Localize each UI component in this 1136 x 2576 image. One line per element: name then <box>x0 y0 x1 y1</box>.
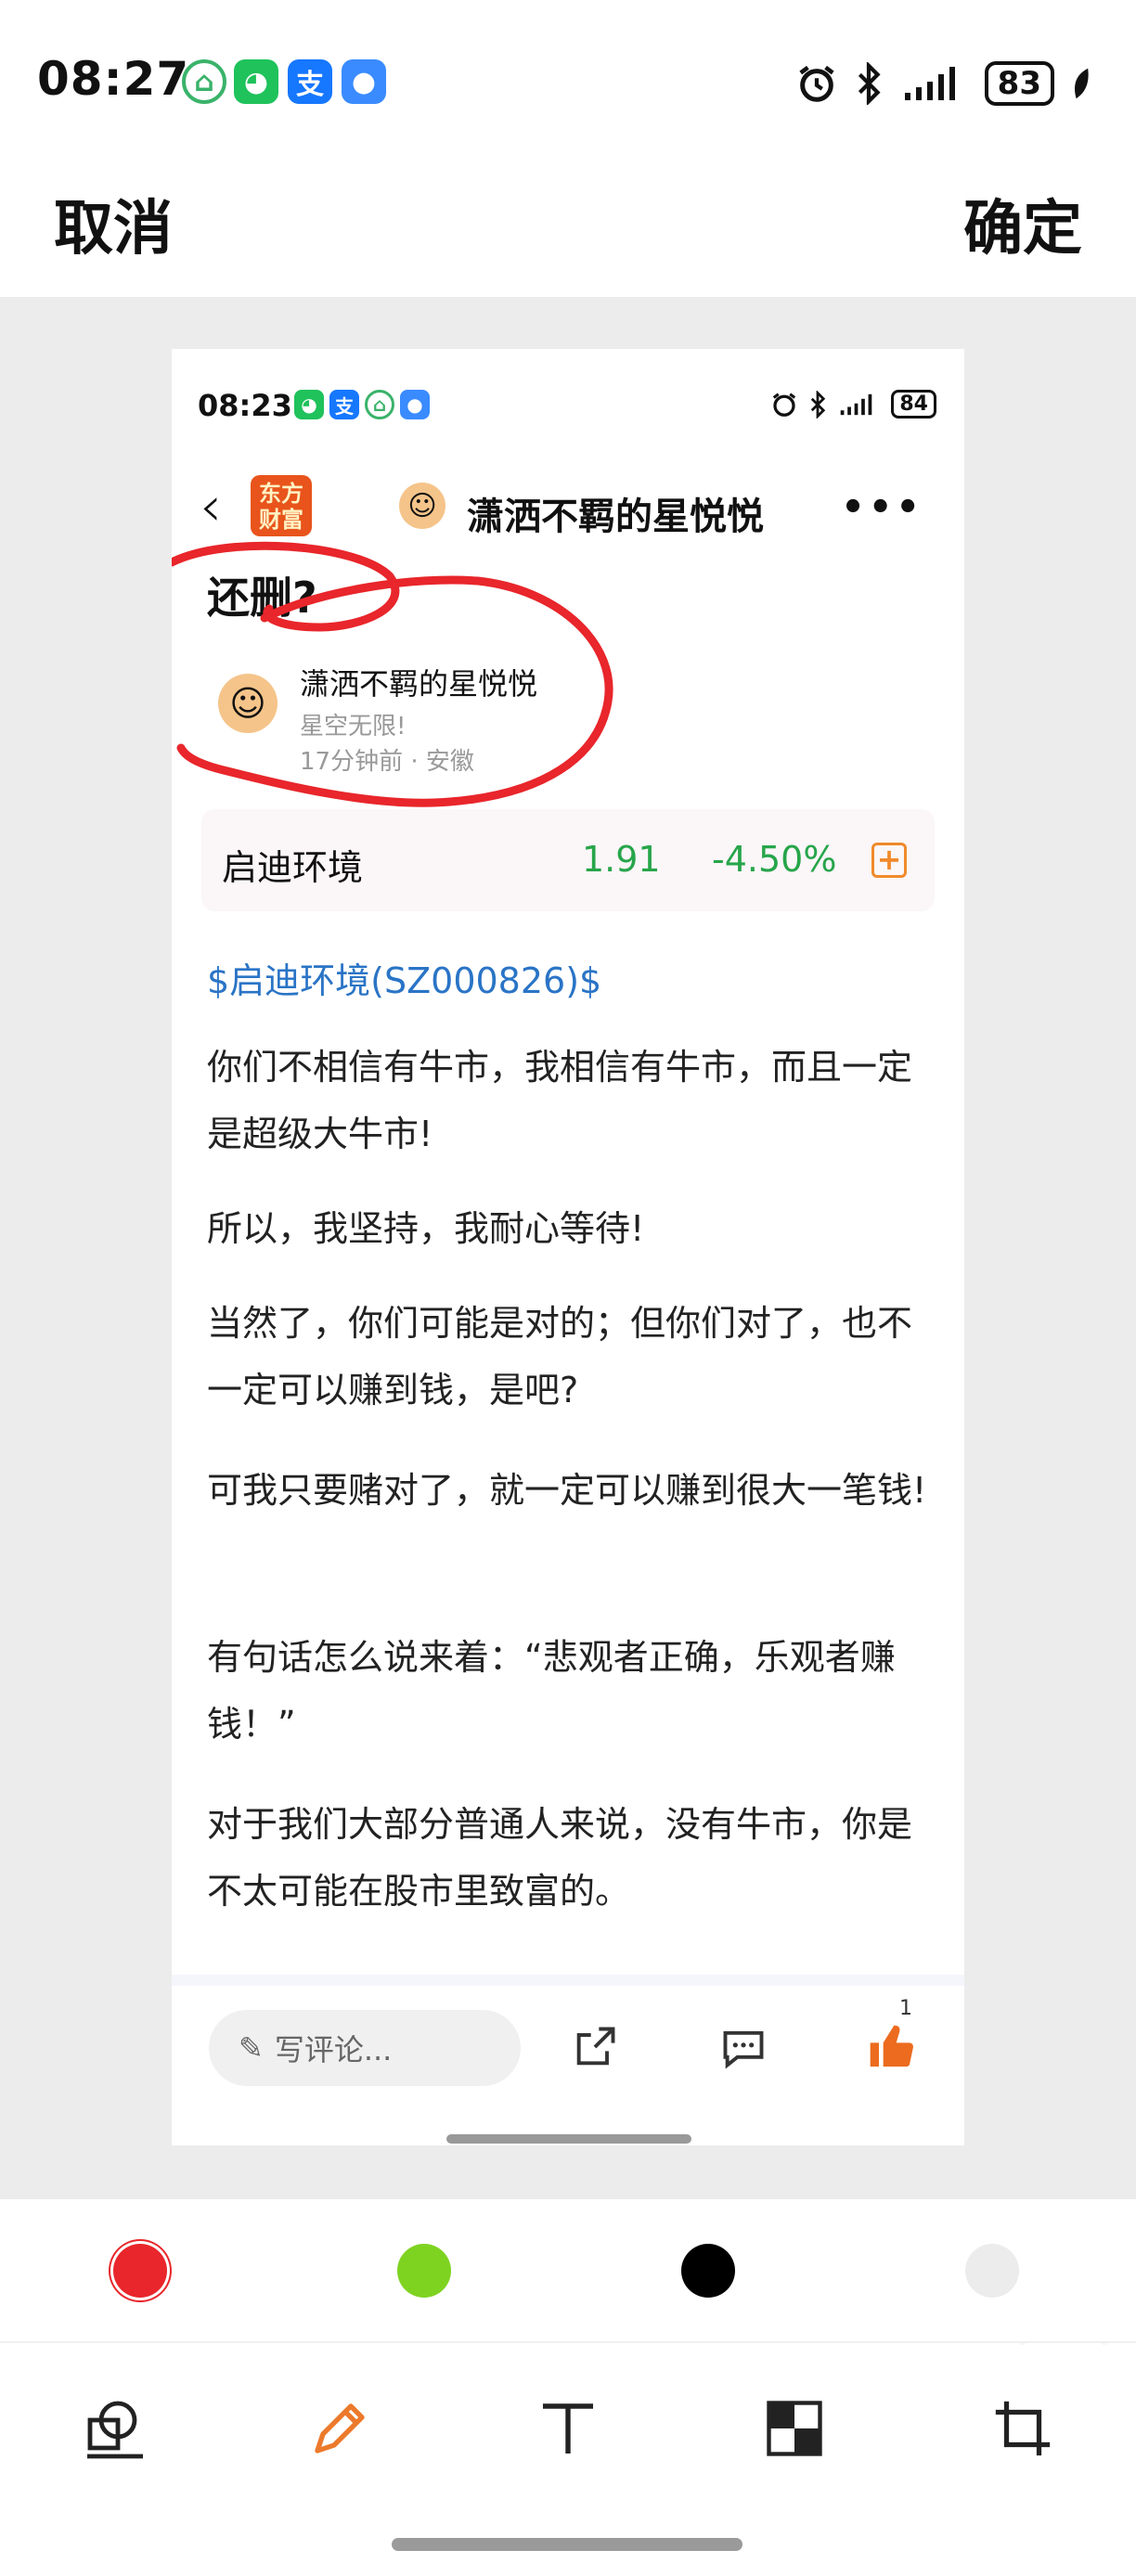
alipay-icon: 支 <box>329 390 359 419</box>
author-signature: 星空无限! <box>300 713 407 741</box>
more-icon: ••• <box>841 486 923 529</box>
crop-icon <box>995 2401 1051 2456</box>
inner-status-indicators: 84 <box>770 390 936 419</box>
status-indicators: 83 <box>795 59 1091 108</box>
share-icon <box>567 2019 623 2075</box>
pen-tool-button[interactable] <box>303 2391 377 2466</box>
stock-name: 启迪环境 <box>222 847 364 888</box>
green-leaf-icon: ⌂ <box>365 390 394 419</box>
shape-icon <box>87 2401 143 2459</box>
mosaic-tool-button[interactable] <box>757 2391 832 2466</box>
inner-status-time: 08:23 <box>198 388 292 423</box>
confirm-button[interactable]: 确定 <box>963 181 1082 266</box>
paragraph: 你们不相信有牛市，我相信有牛市，而且一定是超级大牛市! <box>207 1047 913 1154</box>
mosaic-icon <box>767 2401 822 2456</box>
stock-change: -4.50% <box>712 839 837 880</box>
leaf-icon <box>1075 68 1089 99</box>
inner-status-bar: 08:23 ◕ 支 ⌂ ● 84 <box>172 349 964 446</box>
wechat-icon: ◕ <box>234 59 278 104</box>
post-nav-bar: ‹ 东方 财富 ☺ 潇洒不羁的星悦悦 ••• <box>172 470 964 553</box>
color-palette <box>0 2199 1136 2343</box>
battery-indicator: 83 <box>984 61 1054 106</box>
inner-battery: 84 <box>891 390 936 419</box>
paragraph: 所以，我坚持，我耐心等待! <box>207 1208 645 1249</box>
screenshot-preview: 08:23 ◕ 支 ⌂ ● 84 ‹ 东方 财富 ☺ 潇洒不羁的星悦悦 ••• 还… <box>172 349 964 2145</box>
text-icon <box>543 2403 593 2454</box>
app-logo: 东方 财富 <box>251 475 312 536</box>
color-white-swatch[interactable] <box>965 2244 1019 2298</box>
editor-header: 取消 确定 <box>0 162 1136 297</box>
add-stock-icon: + <box>871 843 907 878</box>
signal-icon <box>841 393 872 415</box>
comment-placeholder: 写评论... <box>274 2032 393 2067</box>
color-green-swatch[interactable] <box>397 2244 451 2298</box>
post-meta: 17分钟前 · 安徽 <box>300 748 474 776</box>
author-avatar-small: ☺ <box>399 483 445 529</box>
edit-canvas[interactable]: 08:23 ◕ 支 ⌂ ● 84 ‹ 东方 财富 ☺ 潇洒不羁的星悦悦 ••• 还… <box>0 297 1136 2426</box>
stock-link: $启迪环境(SZ000826)$ <box>207 960 602 1001</box>
green-leaf-icon: ⌂ <box>182 59 226 104</box>
status-bar: 08:27 ⌂ ◕ 支 ● 83 <box>0 0 1136 162</box>
back-arrow-icon: ‹ <box>200 474 222 539</box>
paragraph: 当然了，你们可能是对的；但你们对了，也不一定可以赚到钱，是吧? <box>207 1303 913 1410</box>
bluetooth-icon <box>811 390 826 419</box>
text-tool-button[interactable] <box>531 2391 605 2466</box>
pen-icon <box>315 2403 365 2454</box>
wechat-icon: ◕ <box>294 390 324 419</box>
inner-home-indicator <box>446 2134 691 2144</box>
nav-title: 潇洒不羁的星悦悦 <box>467 496 764 538</box>
shape-tool-button[interactable] <box>78 2391 152 2466</box>
comment-input: ✎ 写评论... <box>209 2010 521 2086</box>
comment-icon <box>716 2019 771 2075</box>
pen-small-icon: ✎ <box>239 2030 264 2066</box>
bluetooth-icon <box>858 62 881 105</box>
stock-price: 1.91 <box>582 839 661 880</box>
paragraph: 可我只要赌对了，就一定可以赚到很大一笔钱! <box>207 1470 927 1511</box>
paragraph: 有句话怎么说来着：“悲观者正确，乐观者赚钱！” <box>207 1637 896 1745</box>
alarm-icon <box>799 65 834 102</box>
crop-tool-button[interactable] <box>986 2391 1060 2466</box>
message-icon: ● <box>342 59 386 104</box>
paragraph: 对于我们大部分普通人来说，没有牛市，你是不太可能在股市里致富的。 <box>207 1804 913 1912</box>
author-block: ☺ 潇洒不羁的星悦悦 星空无限! 17分钟前 · 安徽 <box>218 655 775 785</box>
signal-icon <box>904 67 955 100</box>
alarm-icon <box>773 393 796 417</box>
color-black-swatch[interactable] <box>681 2244 735 2298</box>
cancel-button[interactable]: 取消 <box>54 181 173 266</box>
status-time: 08:27 <box>37 52 190 106</box>
stock-card: 启迪环境 1.91 -4.50% + <box>201 809 935 911</box>
author-avatar: ☺ <box>218 674 278 733</box>
color-red-swatch[interactable] <box>113 2244 167 2298</box>
like-count: 1 <box>899 1997 912 2020</box>
message-icon: ● <box>400 390 430 419</box>
alipay-icon: 支 <box>288 59 332 104</box>
edit-toolbar <box>0 2345 1136 2521</box>
author-name: 潇洒不羁的星悦悦 <box>300 666 538 702</box>
like-icon <box>864 2019 920 2075</box>
home-indicator[interactable] <box>392 2538 742 2551</box>
post-action-bar: ✎ 写评论... 1 <box>172 1975 964 2145</box>
post-title: 还删? <box>207 573 317 623</box>
